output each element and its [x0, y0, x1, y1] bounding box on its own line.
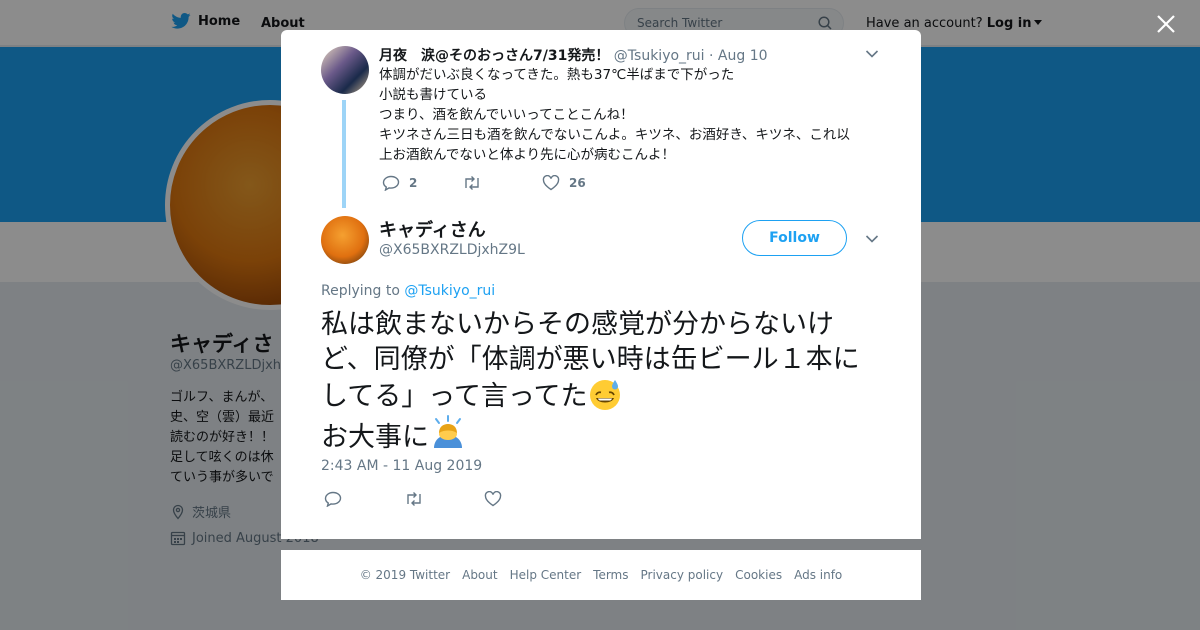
replying-to-link[interactable]: @Tsukiyo_rui — [404, 283, 495, 299]
like-button[interactable] — [484, 491, 502, 507]
tweet-line-with-emoji: してる」って言ってた — [321, 377, 891, 414]
like-button[interactable]: 26 — [542, 175, 586, 191]
reply-icon — [382, 175, 400, 191]
parent-author-handle[interactable]: @Tsukiyo_rui — [614, 48, 705, 64]
grinning-sweat-emoji-icon — [589, 380, 620, 410]
footer-link-about[interactable]: About — [462, 568, 497, 582]
parent-author-name[interactable]: 月夜 涙@そのおっさん7/31発売！ — [379, 48, 609, 64]
tweet-line: 上お酒飲んでないと体より先に心が病むこんよ！ — [379, 147, 676, 163]
tweet-line: 体調がだいぶ良くなってきた。熱も37℃半ばまで下がった — [379, 67, 735, 83]
tweet-line: してる」って言ってた — [321, 381, 588, 412]
retweet-icon — [407, 492, 421, 506]
footer-link-privacy[interactable]: Privacy policy — [641, 568, 724, 582]
tweet-timestamp[interactable]: 2:43 AM - 11 Aug 2019 — [321, 458, 482, 474]
footer-link-ads-info[interactable]: Ads info — [794, 568, 842, 582]
modal-footer: © 2019 Twitter About Help Center Terms P… — [281, 550, 921, 600]
tweet-modal: 月夜 涙@そのおっさん7/31発売！ @Tsukiyo_rui · Aug 10… — [281, 30, 921, 539]
follow-button[interactable]: Follow — [742, 220, 847, 256]
tweet-line-with-emoji: お大事に — [321, 414, 891, 455]
tweet-line: 私は飲まないからその感覚が分からないけ — [321, 309, 834, 340]
footer-link-terms[interactable]: Terms — [593, 568, 628, 582]
footer-link-cookies[interactable]: Cookies — [735, 568, 782, 582]
replying-prefix: Replying to — [321, 283, 400, 299]
copyright-text: © 2019 Twitter — [359, 568, 451, 582]
retweet-button[interactable] — [462, 175, 542, 191]
chevron-down-icon[interactable] — [865, 234, 879, 244]
tweet-text: 私は飲まないからその感覚が分からないけ ど、同僚が「体調が悪い時は缶ビール１本に… — [321, 307, 891, 455]
reply-button[interactable]: 2 — [382, 175, 462, 191]
tweet-line: ど、同僚が「体調が悪い時は缶ビール１本に — [321, 344, 860, 375]
reply-button[interactable] — [324, 491, 404, 507]
parent-tweet-header: 月夜 涙@そのおっさん7/31発売！ @Tsukiyo_rui · Aug 10 — [379, 45, 768, 65]
tweet-line: キツネさん三日も酒を飲んでないこんよ。キツネ、お酒好き、キツネ、これ以 — [379, 127, 850, 143]
chevron-down-icon[interactable] — [865, 49, 879, 59]
tweet-line: 小説も書けている — [379, 87, 487, 103]
heart-icon — [484, 491, 502, 507]
parent-tweet-date[interactable]: · Aug 10 — [709, 48, 768, 64]
tweet-line: つまり、酒を飲んでいいってことこんね！ — [379, 107, 634, 123]
tweet-line: お大事に — [321, 422, 429, 453]
thread-connector-line — [342, 100, 346, 208]
tweet-actions — [324, 491, 502, 507]
author-name[interactable]: キャディさん — [379, 216, 486, 242]
footer-link-help-center[interactable]: Help Center — [510, 568, 582, 582]
parent-author-avatar[interactable] — [321, 46, 369, 94]
parent-tweet-actions: 2 26 — [382, 175, 586, 191]
author-avatar[interactable] — [321, 216, 369, 264]
reply-icon — [324, 491, 342, 507]
bowing-person-emoji-icon — [434, 415, 462, 448]
close-icon[interactable] — [1156, 14, 1176, 34]
retweet-button[interactable] — [404, 491, 484, 507]
parent-tweet-text: 体調がだいぶ良くなってきた。熱も37℃半ばまで下がった 小説も書けている つまり… — [379, 65, 879, 165]
reply-count: 2 — [409, 176, 418, 190]
heart-icon — [542, 175, 560, 191]
retweet-icon — [465, 176, 479, 190]
replying-to: Replying to @Tsukiyo_rui — [321, 283, 495, 299]
author-handle[interactable]: @X65BXRZLDjxhZ9L — [379, 242, 525, 258]
like-count: 26 — [569, 176, 586, 190]
